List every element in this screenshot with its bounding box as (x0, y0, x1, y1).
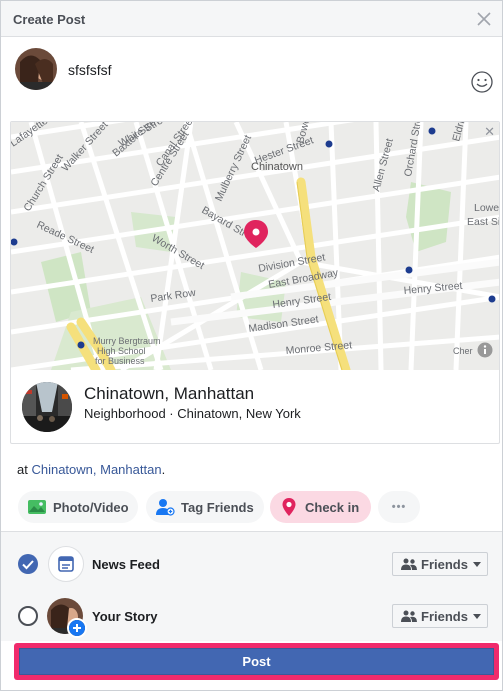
dialog-title: Create Post (13, 12, 86, 27)
street-label: East Si (467, 216, 500, 228)
your-story-row[interactable]: Your Story Friends (1, 592, 502, 642)
post-button[interactable]: Post (19, 648, 494, 675)
your-story-privacy-dropdown[interactable]: Friends (392, 604, 488, 628)
more-icon: ••• (391, 501, 407, 513)
friends-icon (401, 610, 417, 622)
news-feed-privacy-dropdown[interactable]: Friends (392, 552, 488, 576)
your-story-radio[interactable] (18, 606, 38, 626)
news-feed-checkbox[interactable] (18, 554, 38, 574)
post-button-highlight: Post (14, 643, 499, 680)
place-photo (22, 382, 72, 432)
tag-friends-button[interactable]: Tag Friends (146, 491, 264, 523)
location-card: Lafayette Street Baxter Street Canal Str… (10, 121, 500, 444)
post-actions: Photo/Video Tag Friends Check in ••• (18, 491, 488, 523)
create-post-dialog: Create Post sfsfsfsf Baxter Street Canal… (0, 0, 503, 691)
photo-video-label: Photo/Video (53, 499, 129, 515)
location-map[interactable]: Lafayette Street Baxter Street Canal Str… (11, 122, 500, 370)
post-text-input[interactable]: sfsfsfsf (68, 62, 112, 78)
check-in-button[interactable]: Check in (270, 491, 371, 523)
poi-label: Cher (453, 346, 473, 356)
map-remove-icon[interactable]: ✕ (484, 124, 495, 140)
news-feed-row[interactable]: News Feed Friends (1, 540, 502, 590)
poi-label: High School (97, 346, 146, 356)
place-name: Chinatown, Manhattan (84, 384, 255, 403)
tag-friends-label: Tag Friends (181, 499, 254, 515)
friends-icon (401, 558, 417, 570)
your-story-privacy-label: Friends (421, 608, 468, 624)
at-prefix: at (17, 462, 32, 477)
your-story-label: Your Story (92, 609, 158, 624)
more-options-button[interactable]: ••• (378, 491, 420, 523)
poi-label: for Business (95, 356, 145, 366)
emoji-icon[interactable] (470, 70, 494, 94)
close-icon[interactable] (475, 10, 493, 28)
composer: sfsfsfsf (1, 38, 502, 108)
location-sentence: at Chinatown, Manhattan. (17, 462, 165, 477)
check-in-pin-icon (282, 498, 296, 516)
place-link[interactable]: Chinatown, Manhattan (31, 462, 161, 477)
photo-video-button[interactable]: Photo/Video (18, 491, 138, 523)
news-feed-label: News Feed (92, 557, 160, 572)
poi-label: Murry Bergtraum (93, 336, 161, 346)
avatar (15, 48, 57, 90)
add-story-icon (67, 618, 87, 638)
street-label: Lowe (474, 202, 499, 214)
neighborhood-label: Chinatown (251, 161, 303, 173)
chevron-down-icon (472, 561, 481, 567)
news-feed-privacy-label: Friends (421, 556, 468, 572)
at-suffix: . (161, 462, 166, 477)
place-subtitle: Neighborhood · Chinatown, New York (84, 406, 301, 421)
place-row[interactable]: Chinatown, Manhattan Neighborhood · Chin… (11, 370, 499, 443)
info-icon[interactable] (477, 342, 493, 358)
dialog-header: Create Post (1, 1, 502, 37)
audience-selector: News Feed Friends Your Story Friends (1, 531, 502, 641)
check-in-label: Check in (305, 499, 360, 515)
tag-friends-icon (156, 499, 175, 516)
chevron-down-icon (472, 613, 481, 619)
photo-icon (28, 500, 46, 514)
news-feed-icon (48, 546, 84, 582)
